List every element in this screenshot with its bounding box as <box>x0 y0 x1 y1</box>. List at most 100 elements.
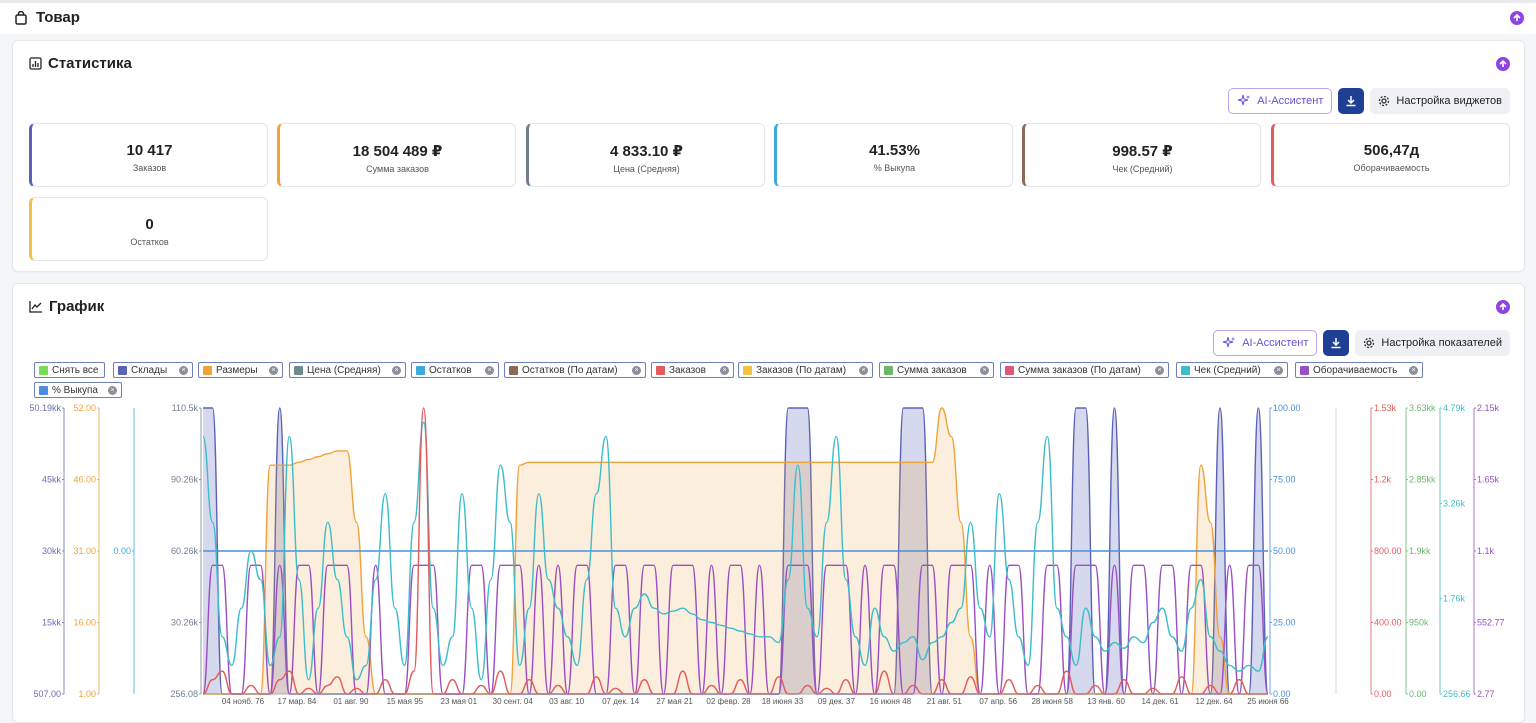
sparkle-icon <box>1238 94 1251 106</box>
legend-chip[interactable]: Размеры × <box>198 362 283 378</box>
legend-label: Склады <box>131 364 168 376</box>
legend-label: Цена (Средняя) <box>307 364 381 376</box>
legend-chip[interactable]: Оборачиваемость × <box>1295 362 1423 378</box>
remove-series-icon[interactable]: × <box>632 365 641 375</box>
line-chart-icon <box>29 301 42 313</box>
metrics-settings-label: Настройка показателей <box>1381 337 1502 349</box>
collapse-product-button[interactable] <box>1510 11 1524 25</box>
arrow-up-icon <box>1513 13 1521 21</box>
statistics-ai-assistant-button[interactable]: AI-Ассистент <box>1228 88 1333 114</box>
legend-swatch <box>203 365 212 375</box>
metrics-settings-button[interactable]: Настройка показателей <box>1355 330 1510 356</box>
legend-swatch <box>118 365 127 375</box>
legend-chip[interactable]: Склады × <box>113 362 193 378</box>
stat-card-orders-sum: 18 504 489 ₽ Сумма заказов <box>277 123 516 187</box>
legend-chip[interactable]: Заказов × <box>651 362 734 378</box>
legend-label: Оборачиваемость <box>1313 364 1398 376</box>
legend-chip[interactable]: Остатков × <box>411 362 499 378</box>
statistics-ai-label: AI-Ассистент <box>1257 95 1324 107</box>
legend-chip[interactable]: % Выкупа × <box>34 382 122 398</box>
stat-card-orders: 10 417 Заказов <box>29 123 268 187</box>
stat-label: Оборачиваемость <box>1353 163 1430 173</box>
legend-swatch <box>1005 365 1014 375</box>
stat-value: 0 <box>145 216 154 233</box>
download-icon <box>1346 96 1356 107</box>
legend-chip[interactable]: Цена (Средняя) × <box>289 362 406 378</box>
legend-swatch <box>656 365 665 375</box>
chart-toolbar: AI-Ассистент Настройка показателей <box>1213 330 1510 356</box>
legend-label: Снять все <box>52 364 99 376</box>
chart-ai-assistant-button[interactable]: AI-Ассистент <box>1213 330 1318 356</box>
remove-series-icon[interactable]: × <box>720 365 729 375</box>
remove-series-icon[interactable]: × <box>859 365 868 375</box>
stat-value: 41.53% <box>869 142 920 159</box>
legend-swatch <box>416 365 425 375</box>
stat-label: Цена (Средняя) <box>613 164 680 174</box>
statistics-download-button[interactable] <box>1338 88 1365 114</box>
remove-series-icon[interactable]: × <box>1274 365 1283 375</box>
remove-series-icon[interactable]: × <box>179 365 188 375</box>
legend-label: Сумма заказов (По датам) <box>1018 364 1141 376</box>
legend-swatch <box>884 365 893 375</box>
legend-label: Остатков (По датам) <box>522 364 618 376</box>
stat-label: Остатков <box>130 237 169 247</box>
stat-label: % Выкупа <box>873 163 916 173</box>
legend-swatch <box>1300 365 1309 375</box>
statistics-toolbar: AI-Ассистент Настройка виджетов <box>1228 88 1510 114</box>
remove-series-icon[interactable]: × <box>1409 365 1418 375</box>
stat-value: 998.57 ₽ <box>1112 143 1173 160</box>
legend-swatch <box>39 385 48 395</box>
legend-label: % Выкупа <box>52 384 98 396</box>
legend-swatch <box>1181 365 1190 375</box>
legend-chip[interactable]: Заказов (По датам) × <box>738 362 873 378</box>
download-icon <box>1331 338 1341 349</box>
legend-chip[interactable]: Снять все <box>34 362 105 378</box>
stat-card-turnover: 506,47д Оборачиваемость <box>1271 123 1510 187</box>
widget-settings-button[interactable]: Настройка виджетов <box>1370 88 1510 114</box>
arrow-up-icon <box>1499 59 1507 67</box>
statistics-title: Статистика <box>29 55 132 72</box>
legend-swatch <box>743 365 752 375</box>
legend-chip[interactable]: Остатков (По датам) × <box>504 362 646 378</box>
chart-title: График <box>29 298 104 315</box>
gear-icon <box>1364 337 1375 349</box>
collapse-statistics-button[interactable] <box>1496 57 1510 71</box>
legend-swatch <box>294 365 303 375</box>
arrow-up-icon <box>1499 302 1507 310</box>
chart-title-text: График <box>49 298 105 315</box>
legend-chip[interactable]: Чек (Средний) × <box>1176 362 1288 378</box>
stat-card-avg-price: 4 833.10 ₽ Цена (Средняя) <box>526 123 765 187</box>
remove-series-icon[interactable]: × <box>485 365 494 375</box>
remove-series-icon[interactable]: × <box>980 365 989 375</box>
bag-icon <box>15 10 27 25</box>
stat-value: 506,47д <box>1363 142 1420 159</box>
stat-card-stock: 0 Остатков <box>29 197 268 261</box>
sparkle-icon <box>1223 336 1236 348</box>
legend-chip[interactable]: Сумма заказов (По датам) × <box>1000 362 1169 378</box>
stat-value: 4 833.10 ₽ <box>610 143 683 160</box>
product-header: Товар <box>0 0 1536 34</box>
stat-value: 18 504 489 ₽ <box>352 143 443 160</box>
stat-label: Заказов <box>132 163 167 173</box>
collapse-chart-button[interactable] <box>1496 300 1510 314</box>
remove-series-icon[interactable]: × <box>108 385 117 395</box>
product-title: Товар <box>14 9 80 26</box>
remove-series-icon[interactable]: × <box>269 365 278 375</box>
legend-label: Сумма заказов <box>897 364 967 376</box>
product-title-text: Товар <box>36 9 80 26</box>
stat-card-buyout: 41.53% % Выкупа <box>774 123 1013 187</box>
remove-series-icon[interactable]: × <box>392 365 401 375</box>
widget-settings-label: Настройка виджетов <box>1396 95 1502 107</box>
stat-label: Чек (Средний) <box>1112 164 1173 174</box>
remove-series-icon[interactable]: × <box>1155 365 1164 375</box>
statistics-card: Статистика AI-Ассистент Настройка виджет… <box>12 40 1525 272</box>
legend-label: Чек (Средний) <box>1194 364 1261 376</box>
chart-download-button[interactable] <box>1323 330 1350 356</box>
legend-label: Остатков <box>429 364 472 376</box>
legend-chip[interactable]: Сумма заказов × <box>879 362 994 378</box>
chart-ai-label: AI-Ассистент <box>1242 337 1309 349</box>
legend-label: Заказов <box>669 364 706 376</box>
legend-label: Размеры <box>216 364 258 376</box>
chart-card: График AI-Ассистент Настройка показателе… <box>12 283 1525 723</box>
legend-swatch <box>39 365 48 375</box>
